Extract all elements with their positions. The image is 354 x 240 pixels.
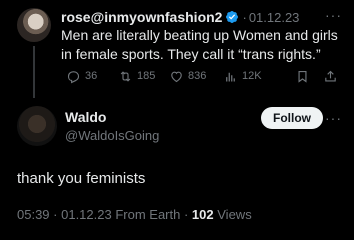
tweet-meta: 05:39 · 01.12.23 From Earth · 102 Views <box>17 207 252 222</box>
separator-dot: · <box>242 9 247 25</box>
follow-button[interactable]: Follow <box>261 107 323 129</box>
like-count: 836 <box>188 70 207 82</box>
avatar[interactable] <box>17 106 57 146</box>
tweet-date-source[interactable]: · 01.12.23 From Earth · <box>53 207 188 222</box>
thread-connector-line <box>33 46 35 98</box>
share-icon <box>325 70 336 81</box>
tweet-date[interactable]: 01.12.23 <box>249 10 300 25</box>
display-name[interactable]: rose@inmyownfashion2 <box>61 9 222 25</box>
verified-badge-icon <box>226 11 239 23</box>
share-button[interactable] <box>323 69 342 84</box>
like-button[interactable]: 836 <box>169 69 206 84</box>
views-count: 102 <box>191 207 214 222</box>
more-options-icon[interactable]: ··· <box>325 110 342 126</box>
parent-tweet-text: Men are literally beating up Women and g… <box>61 27 338 62</box>
retweet-button[interactable]: 185 <box>118 69 155 84</box>
views-button[interactable]: 12K <box>223 69 262 84</box>
retweet-icon <box>120 70 131 82</box>
views-count: 12K <box>242 70 262 82</box>
tweet-text: thank you feminists <box>17 170 146 187</box>
avatar[interactable] <box>17 8 51 42</box>
tweet-time[interactable]: 05:39 <box>17 207 50 222</box>
user-handle[interactable]: @WaldoIsGoing <box>65 128 159 143</box>
views-label: Views <box>217 207 252 222</box>
action-bar: 36 185 836 12K <box>66 67 342 85</box>
reply-icon <box>67 70 80 83</box>
more-options-icon[interactable]: ··· <box>325 7 342 23</box>
tweet-author-row: Waldo @WaldoIsGoing Follow ··· <box>0 98 354 148</box>
reply-button[interactable]: 36 <box>66 69 97 84</box>
reply-count: 36 <box>85 70 98 82</box>
analytics-icon <box>226 72 235 81</box>
parent-tweet[interactable]: rose@inmyownfashion2 · 01.12.23 ··· Men … <box>0 0 354 98</box>
bookmark-button[interactable] <box>295 69 314 84</box>
display-name[interactable]: Waldo <box>65 109 106 125</box>
heart-icon <box>171 71 182 82</box>
bookmark-icon <box>298 70 307 83</box>
retweet-count: 185 <box>137 70 156 82</box>
parent-tweet-header: rose@inmyownfashion2 · 01.12.23 <box>61 8 299 26</box>
